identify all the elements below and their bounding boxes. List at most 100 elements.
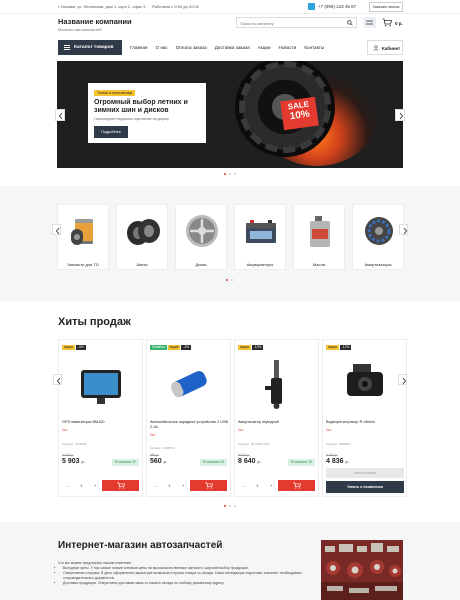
category-card-oils[interactable]: Масла [293, 204, 345, 270]
cart-total[interactable]: 0 р. [395, 21, 403, 26]
hit-label: Хит [62, 428, 68, 432]
products-prev-button[interactable] [53, 374, 62, 385]
discount-badge: -10% [251, 345, 264, 350]
hero-prev-button[interactable] [55, 109, 65, 121]
increment-button[interactable]: + [270, 483, 272, 488]
add-to-cart-button[interactable] [190, 480, 227, 491]
price-value: 8 640 [238, 458, 256, 465]
price-value: 5 903 [62, 458, 80, 465]
quantity-stepper[interactable]: – 1 + [240, 480, 276, 491]
increment-button[interactable]: + [182, 483, 184, 488]
phone-number[interactable]: +7 (999) 123 45 67 [318, 4, 356, 9]
pagination-dot-active[interactable] [226, 279, 228, 281]
add-to-cart-button[interactable] [278, 480, 315, 491]
product-card[interactable]: Акция -12% Видеорегистратор R-46mini Хит… [322, 339, 407, 497]
old-price: 6 210 р. [62, 453, 74, 457]
out-of-stock-label: Нет в наличии [326, 468, 404, 478]
menu-item-promos[interactable]: Акции [258, 45, 271, 50]
decrement-button[interactable]: – [155, 483, 157, 488]
menu-item-contacts[interactable]: Контакты [304, 45, 324, 50]
category-label: Шины [136, 262, 148, 267]
hero-tag: Только в этом месяце [94, 90, 136, 96]
company-tagline: Магазин автозапчастей [58, 27, 102, 32]
hit-label: Хит [326, 428, 332, 432]
discount-badge: -3% [181, 345, 192, 350]
pagination-dot[interactable] [234, 505, 236, 507]
hero-card: Только в этом месяце Огромный выбор летн… [88, 83, 206, 143]
decrement-button[interactable]: – [67, 483, 69, 488]
menu-item-news[interactable]: Новости [279, 45, 297, 50]
product-price: 8 640 р. [238, 458, 261, 465]
increment-button[interactable]: + [94, 483, 96, 488]
product-price: 5 903 р. [62, 458, 85, 465]
category-card-rims[interactable]: Диски [175, 204, 227, 270]
quantity-value[interactable]: 1 [256, 483, 258, 488]
categories-next-button[interactable] [399, 224, 408, 235]
chevron-left-icon [56, 377, 61, 385]
pagination-dot-active[interactable] [224, 505, 226, 507]
pagination-dot[interactable] [234, 173, 236, 175]
price-currency: р. [81, 459, 85, 464]
hero-next-button[interactable] [395, 109, 405, 121]
cabinet-button[interactable]: Кабинет [367, 40, 403, 55]
pagination-dot[interactable] [229, 173, 231, 175]
sale-badge: SALE 10% [280, 96, 319, 131]
stock-badge: В наличии: 64 [200, 459, 227, 466]
about-text: Что мы можем предложить нашим клиентам: … [58, 561, 310, 586]
add-to-cart-button[interactable] [102, 480, 139, 491]
product-article: Артикул: 2348468 [62, 442, 87, 446]
product-name[interactable]: Автомобильное зарядное устройство 2 USB … [150, 420, 230, 430]
notify-button[interactable]: Узнать о появлении [326, 481, 404, 493]
chevron-right-icon [403, 227, 408, 235]
product-card[interactable]: Акция -10% Амортизатор передний Хит Арти… [234, 339, 319, 497]
badge-group: Акция -12% [326, 345, 352, 350]
search-icon[interactable] [347, 20, 353, 26]
quantity-value[interactable]: 1 [168, 483, 170, 488]
menu-item-home[interactable]: Главная [130, 45, 147, 50]
quantity-stepper[interactable]: – 1 + [64, 480, 100, 491]
product-name[interactable]: Амортизатор передний [238, 420, 318, 425]
cabinet-label: Кабинет [382, 46, 401, 51]
auto-parts-illustration [321, 540, 403, 600]
menu-item-about[interactable]: О нас [155, 45, 167, 50]
promo-badge: Акция [167, 345, 181, 350]
menu-item-delivery[interactable]: Доставка заказа [215, 45, 250, 50]
address-text: г. Москва, ул. Ленинская, дом 1, корп 2,… [58, 4, 146, 9]
quantity-stepper[interactable]: – 1 + [152, 480, 188, 491]
products-next-button[interactable] [398, 374, 407, 385]
price-value: 4 836 [326, 458, 344, 465]
telegram-icon[interactable] [308, 3, 315, 10]
company-name[interactable]: Название компании [58, 17, 132, 26]
category-label: Амортизаторы [364, 262, 392, 267]
header: Название компании Магазин автозапчастей … [0, 14, 460, 36]
badge-group: Новинка Акция -3% [150, 345, 192, 350]
menu-item-payment[interactable]: Оплата заказа [176, 45, 207, 50]
search-input[interactable] [240, 19, 340, 27]
compare-button[interactable] [363, 17, 376, 28]
price-value: 560 [150, 458, 162, 465]
pagination-dot-active[interactable] [224, 173, 226, 175]
categories-prev-button[interactable] [52, 224, 61, 235]
category-card-service-parts[interactable]: Запчасти для ТО [57, 204, 109, 270]
search-box[interactable] [236, 17, 357, 28]
hero-title: Огромный выбор летних и зимних шин и дис… [94, 99, 188, 114]
category-card-tires[interactable]: Шины [116, 204, 168, 270]
category-card-batteries[interactable]: Аккумуляторы [234, 204, 286, 270]
decrement-button[interactable]: – [243, 483, 245, 488]
cart-icon[interactable] [382, 18, 392, 27]
product-card[interactable]: Новинка Акция -3% Автомобильное зарядное… [146, 339, 231, 497]
category-card-shock-absorbers[interactable]: Амортизаторы [352, 204, 404, 270]
quantity-value[interactable]: 1 [80, 483, 82, 488]
catalog-button[interactable]: Каталог товаров [58, 40, 122, 55]
product-article: Артикул: 0571287/1227 [238, 442, 271, 446]
cart-icon [117, 482, 125, 489]
top-bar: г. Москва, ул. Ленинская, дом 1, корп 2,… [0, 0, 460, 14]
oil-can-icon [310, 216, 330, 247]
pagination-dot[interactable] [231, 279, 233, 281]
hero-more-button[interactable]: Подробнее [94, 126, 128, 138]
pagination-dot[interactable] [229, 505, 231, 507]
product-card[interactable]: Акция -4% GPS навигаторы BM100 Хит Артик… [58, 339, 143, 497]
product-name[interactable]: Видеорегистратор R-46mini [326, 420, 406, 425]
product-name[interactable]: GPS навигаторы BM100 [62, 420, 142, 425]
callback-button[interactable]: Заказать звонок [369, 2, 403, 12]
